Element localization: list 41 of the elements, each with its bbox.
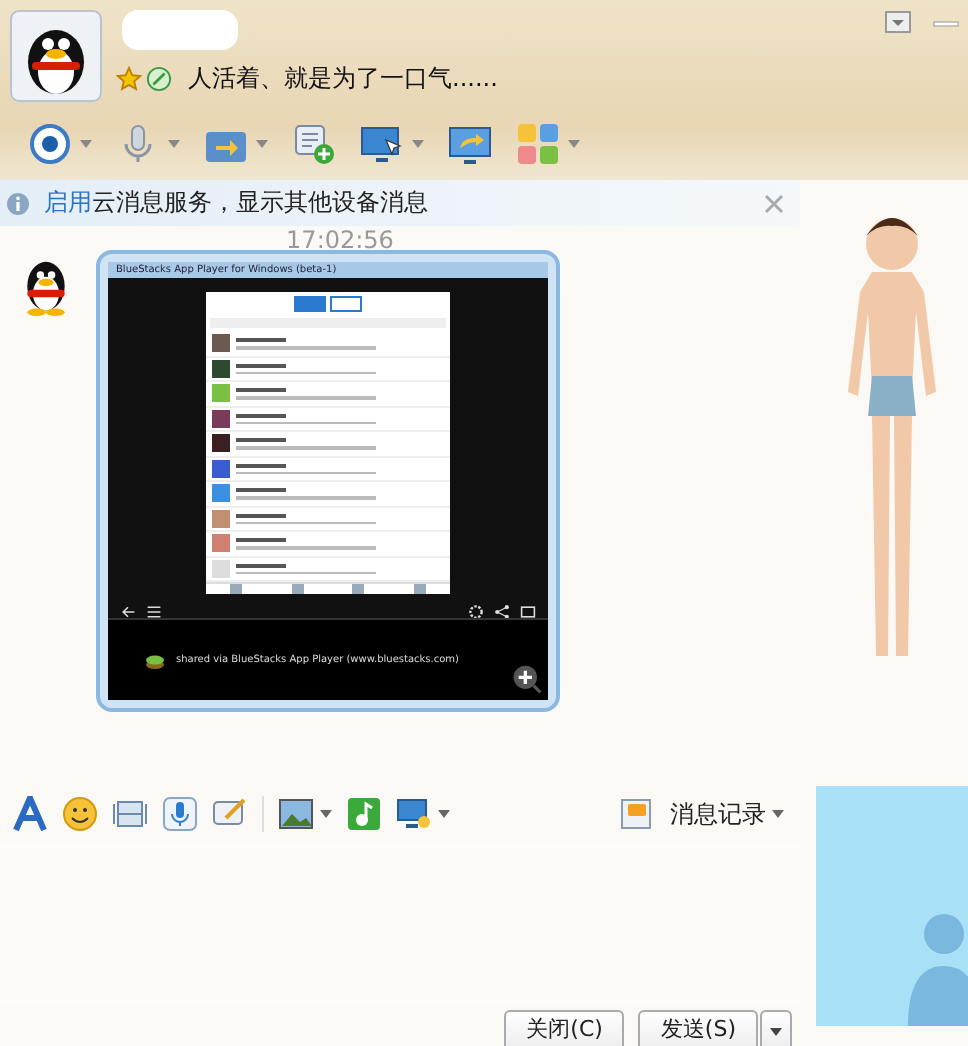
music-note-icon[interactable]: [346, 796, 382, 832]
signature-text: 人活着、就是为了一口气......: [188, 62, 498, 96]
monitor-share-icon[interactable]: [448, 122, 492, 166]
share-icon: [494, 604, 510, 620]
penguin-avatar-icon[interactable]: [10, 10, 102, 102]
settings-icon: [468, 604, 484, 620]
microphone-icon[interactable]: [162, 796, 198, 832]
image-icon[interactable]: [278, 796, 314, 832]
font-icon[interactable]: [12, 796, 48, 832]
caret-icon: [770, 1028, 782, 1036]
film-icon[interactable]: [112, 796, 148, 832]
caret-icon[interactable]: [772, 810, 784, 818]
smiley-icon[interactable]: [62, 796, 98, 832]
menu-icon: [146, 604, 162, 620]
monitor-icon[interactable]: [396, 796, 432, 832]
back-arrow-icon: [120, 604, 136, 620]
message-history-button[interactable]: 消息记录: [620, 797, 766, 831]
caret-icon[interactable]: [568, 140, 580, 148]
info-icon: [6, 191, 30, 215]
dropdown-window-icon[interactable]: [884, 10, 912, 34]
message-add-icon[interactable]: [292, 122, 336, 166]
star-icon: [116, 66, 142, 92]
caret-icon[interactable]: [412, 140, 424, 148]
send-button[interactable]: 发送(S): [638, 1010, 758, 1046]
caret-icon[interactable]: [256, 140, 268, 148]
zoom-in-icon[interactable]: [512, 664, 542, 694]
close-icon[interactable]: [764, 193, 784, 213]
redacted-name: [122, 10, 238, 50]
notice-text: 云消息服务，显示其他设备消息: [92, 186, 428, 220]
camera-icon[interactable]: [28, 122, 72, 166]
caret-icon[interactable]: [80, 140, 92, 148]
caret-icon[interactable]: [438, 810, 450, 818]
close-button[interactable]: 关闭(C): [504, 1010, 625, 1046]
caret-icon[interactable]: [168, 140, 180, 148]
apps-grid-icon[interactable]: [516, 122, 560, 166]
monitor-cursor-icon[interactable]: [360, 122, 404, 166]
enable-link[interactable]: 启用: [44, 186, 92, 220]
message-time: 17:02:56: [286, 226, 394, 254]
send-options-button[interactable]: [760, 1010, 792, 1046]
caret-icon[interactable]: [320, 810, 332, 818]
layers-icon: [144, 651, 166, 669]
